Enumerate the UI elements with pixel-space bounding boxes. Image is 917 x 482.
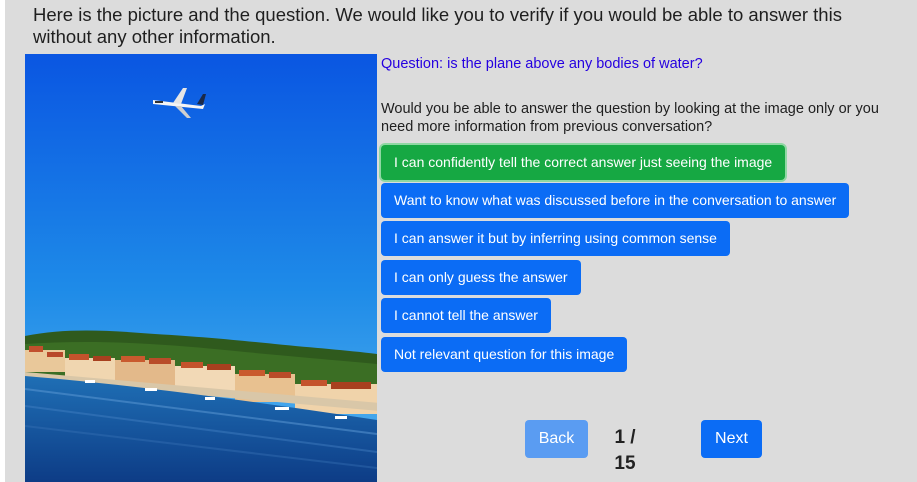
back-button[interactable]: Back — [525, 420, 588, 458]
next-button[interactable]: Next — [701, 420, 762, 458]
page-counter: 1 / 15 — [614, 427, 636, 474]
answer-prompt: Would you be able to answer the question… — [381, 101, 879, 135]
question-text: Question: is the plane above any bodies … — [381, 56, 703, 72]
answer-button-guess[interactable]: I can only guess the answer — [381, 260, 581, 295]
question-image — [25, 54, 377, 482]
instructions-text: Here is the picture and the question. We… — [33, 4, 842, 47]
answer-button-cannot-tell[interactable]: I cannot tell the answer — [381, 298, 551, 333]
answer-button-confident[interactable]: I can confidently tell the correct answe… — [381, 145, 786, 180]
answer-button-need-context[interactable]: Want to know what was discussed before i… — [381, 183, 850, 218]
survey-panel: Here is the picture and the question. We… — [5, 0, 917, 482]
answer-button-not-relevant[interactable]: Not relevant question for this image — [381, 337, 628, 372]
answer-button-common-sense[interactable]: I can answer it but by inferring using c… — [381, 221, 730, 256]
